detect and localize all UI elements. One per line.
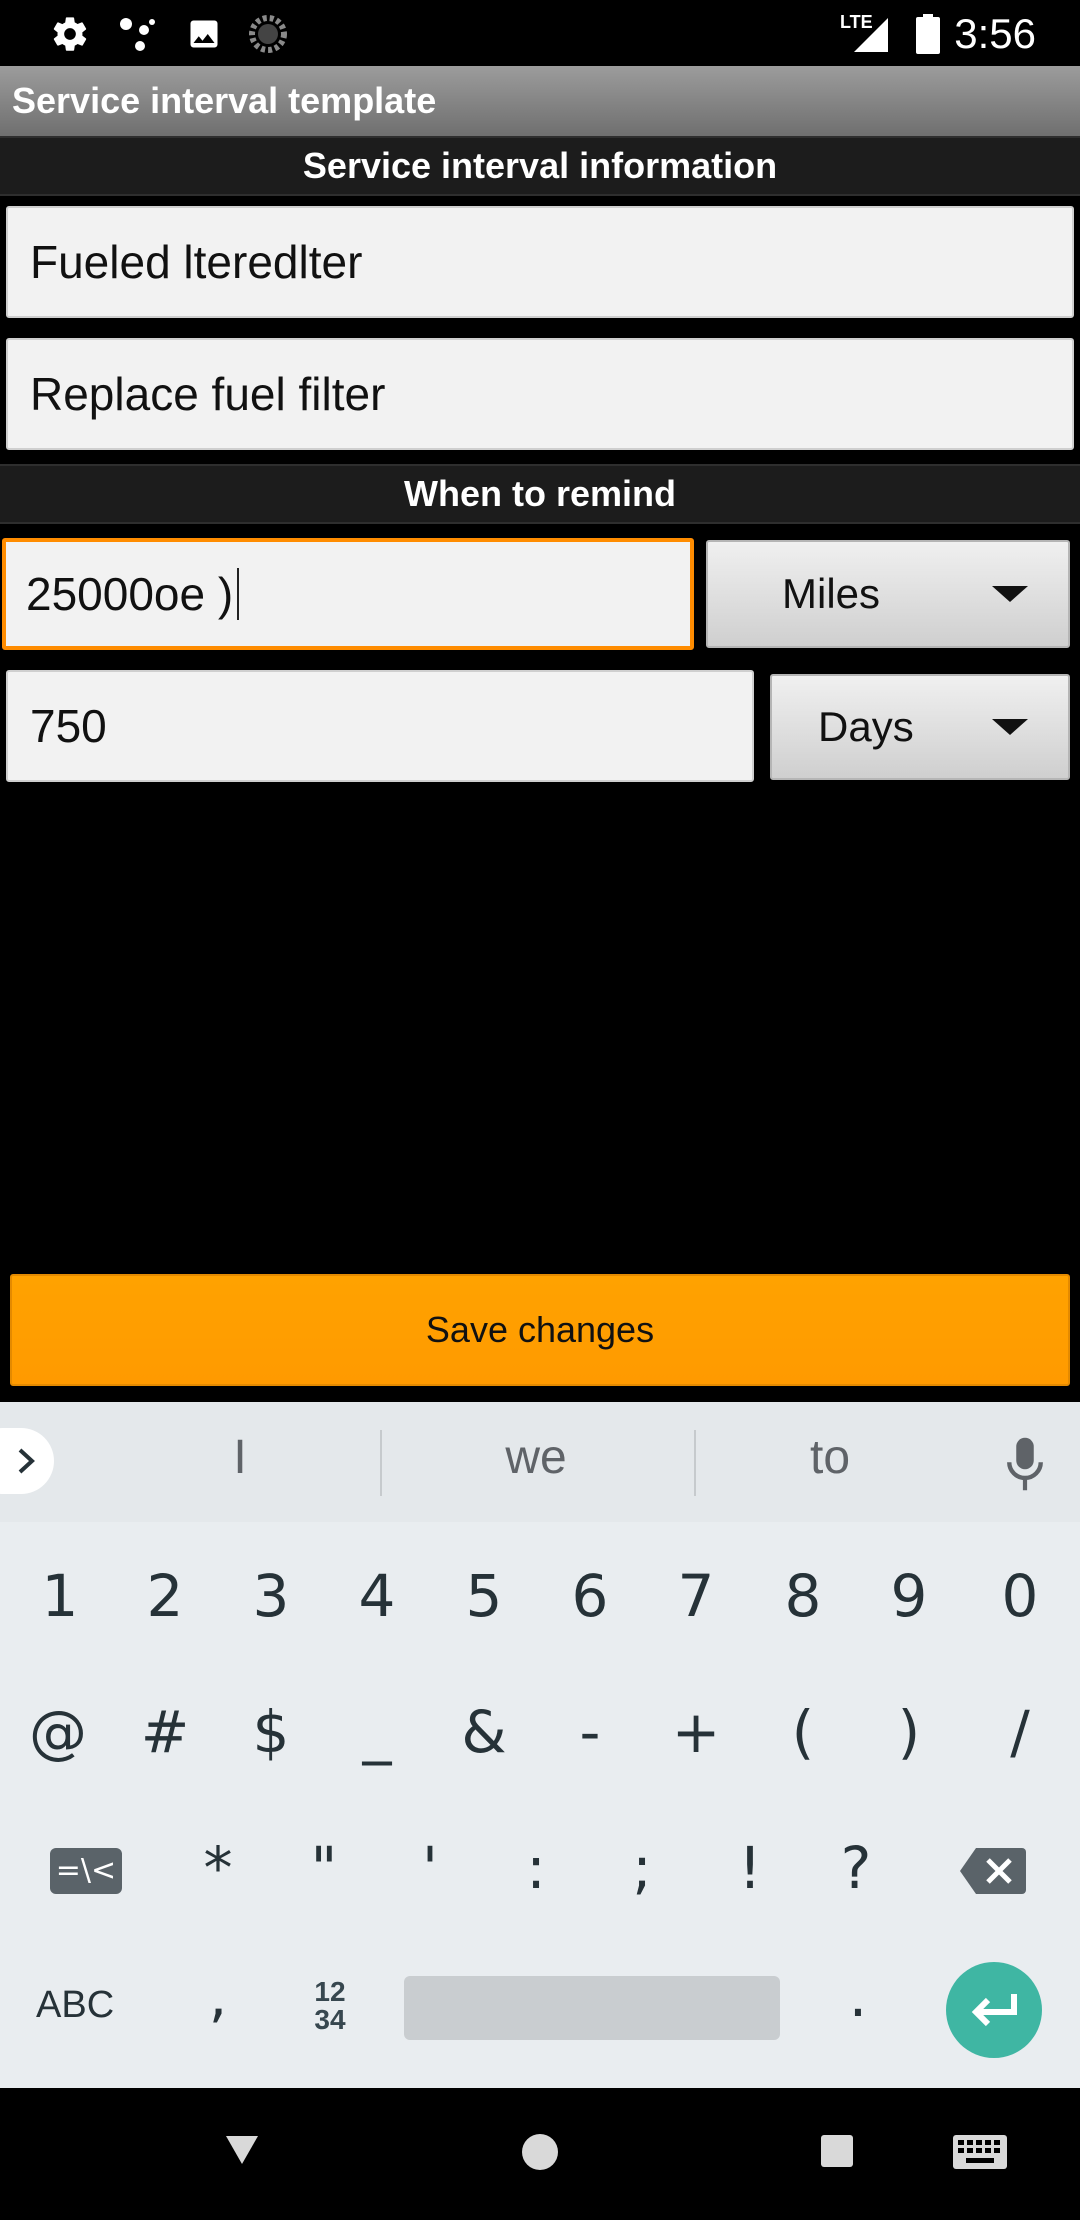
expand-toolbar-button[interactable]	[0, 1428, 54, 1494]
section-header-remind: When to remind	[0, 464, 1080, 524]
time-interval-input[interactable]: 750	[6, 670, 754, 782]
dropdown-arrow-icon	[992, 719, 1028, 735]
suggestion-strip: I we to	[0, 1402, 1080, 1522]
key-hash[interactable]: #	[115, 1698, 215, 1766]
key-asterisk[interactable]: *	[168, 1834, 268, 1902]
key-0[interactable]: 0	[970, 1562, 1070, 1630]
key-comma[interactable]: ,	[168, 1962, 268, 2030]
suggestion-divider	[380, 1430, 382, 1496]
key-semicolon[interactable]: ;	[592, 1834, 692, 1902]
navigation-bar	[0, 2088, 1080, 2220]
key-9[interactable]: 9	[859, 1562, 959, 1630]
key-7[interactable]: 7	[646, 1562, 746, 1630]
recents-icon[interactable]	[820, 2134, 854, 2173]
key-slash[interactable]: /	[970, 1698, 1070, 1766]
signal-icon	[852, 14, 892, 54]
status-bar: LTE 3:56	[0, 0, 1080, 66]
settings-icon	[50, 14, 90, 54]
home-icon[interactable]	[520, 2132, 560, 2177]
key-underscore[interactable]: _	[327, 1698, 427, 1766]
key-period[interactable]: .	[808, 1962, 908, 2030]
section-header-info: Service interval information	[0, 136, 1080, 196]
assistant-dots-icon	[116, 14, 156, 54]
enter-key[interactable]	[946, 1962, 1042, 2058]
distance-interval-input[interactable]: 25000oe )	[2, 538, 694, 650]
key-6[interactable]: 6	[540, 1562, 640, 1630]
clock-time: 3:56	[954, 10, 1036, 57]
distance-unit-dropdown[interactable]: Miles	[706, 540, 1070, 648]
key-5[interactable]: 5	[434, 1562, 534, 1630]
service-description-value: Replace fuel filter	[30, 368, 386, 420]
key-3[interactable]: 3	[221, 1562, 321, 1630]
suggestion-3[interactable]: to	[780, 1430, 880, 1485]
distance-interval-value: 25000oe )	[26, 568, 234, 620]
key-question[interactable]: ?	[806, 1834, 906, 1902]
numpad-key-bottom: 34	[314, 2004, 346, 2035]
key-open-paren[interactable]: (	[753, 1698, 853, 1766]
numpad-key[interactable]: 12 34	[300, 1978, 360, 2034]
suggestion-1[interactable]: I	[190, 1430, 290, 1485]
text-cursor	[237, 568, 240, 620]
time-unit-value: Days	[818, 703, 914, 750]
key-at[interactable]: @	[8, 1698, 108, 1766]
page-title: Service interval template	[12, 80, 437, 121]
spacebar[interactable]	[404, 1976, 780, 2040]
backspace-icon[interactable]	[958, 1846, 1028, 1901]
service-name-value: Fueled lteredlter	[30, 236, 363, 288]
battery-icon	[908, 14, 948, 54]
key-exclamation[interactable]: !	[700, 1834, 800, 1902]
symbols-toggle-key[interactable]: =\<	[50, 1848, 122, 1894]
key-plus[interactable]: +	[646, 1698, 746, 1766]
service-name-input[interactable]: Fueled lteredlter	[6, 206, 1074, 318]
key-8[interactable]: 8	[753, 1562, 853, 1630]
service-description-input[interactable]: Replace fuel filter	[6, 338, 1074, 450]
key-4[interactable]: 4	[327, 1562, 427, 1630]
abc-key[interactable]: ABC	[36, 1984, 114, 2027]
sync-circle-icon	[248, 14, 288, 54]
image-icon	[184, 14, 224, 54]
enter-arrow-icon	[971, 1994, 1017, 2027]
time-unit-dropdown[interactable]: Days	[770, 674, 1070, 780]
time-interval-value: 750	[30, 700, 107, 752]
numpad-key-top: 12	[314, 1976, 346, 2007]
key-single-quote[interactable]: '	[380, 1834, 480, 1902]
keyboard-switch-icon[interactable]	[952, 2134, 1008, 2175]
app-title-bar: Service interval template	[0, 66, 1080, 136]
key-double-quote[interactable]: "	[274, 1834, 374, 1902]
key-dollar[interactable]: $	[221, 1698, 321, 1766]
dropdown-arrow-icon	[992, 586, 1028, 602]
key-2[interactable]: 2	[115, 1562, 215, 1630]
key-minus[interactable]: -	[540, 1698, 640, 1766]
back-icon[interactable]	[222, 2132, 262, 2173]
soft-keyboard: I we to 1 2 3 4 5 6 7 8 9 0 @ # $ _ & - …	[0, 1402, 1080, 2088]
key-close-paren[interactable]: )	[859, 1698, 959, 1766]
distance-unit-value: Miles	[782, 570, 881, 617]
microphone-icon[interactable]	[1004, 1436, 1046, 1497]
key-1[interactable]: 1	[10, 1562, 110, 1630]
save-changes-button[interactable]: Save changes	[10, 1274, 1070, 1386]
suggestion-2[interactable]: we	[486, 1430, 586, 1485]
key-colon[interactable]: :	[486, 1834, 586, 1902]
suggestion-divider	[694, 1430, 696, 1496]
key-ampersand[interactable]: &	[434, 1698, 534, 1766]
